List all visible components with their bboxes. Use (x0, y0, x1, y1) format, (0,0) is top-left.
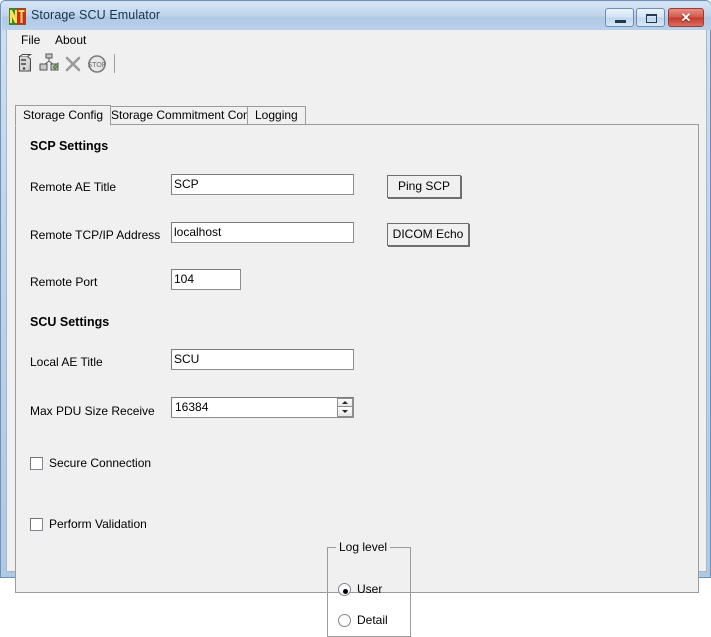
max-pdu-size-receive-label: Max PDU Size Receive (30, 404, 155, 418)
svg-text:STOP: STOP (88, 62, 107, 69)
log-level-detail-label: Detail (357, 613, 388, 628)
radio-circle (338, 583, 351, 596)
toolbar-separator (114, 54, 115, 73)
remote-port-input[interactable]: 104 (171, 269, 241, 290)
remote-tcpip-address-label: Remote TCP/IP Address (30, 228, 160, 242)
checkbox-box (30, 457, 43, 470)
scu-settings-heading: SCU Settings (30, 315, 109, 329)
application-window: Storage SCU Emulator ✕ File About (0, 0, 711, 578)
client-area: File About (6, 30, 707, 572)
app-icon (9, 8, 26, 25)
checkbox-box (30, 518, 43, 531)
radio-circle (338, 614, 351, 627)
max-pdu-size-receive-value: 16384 (175, 398, 208, 417)
log-level-user-label: User (357, 582, 382, 597)
window-title: Storage SCU Emulator (31, 8, 160, 22)
local-ae-title-label: Local AE Title (30, 355, 103, 369)
minimize-icon (615, 20, 626, 23)
remote-port-label: Remote Port (30, 275, 97, 289)
cancel-x-icon[interactable] (61, 52, 85, 76)
minimize-button[interactable] (605, 8, 634, 27)
chevron-down-icon (342, 410, 348, 413)
stop-sign-icon[interactable]: STOP (85, 52, 109, 76)
toolbar: STOP (7, 50, 706, 78)
log-level-legend: Log level (336, 540, 390, 554)
title-bar[interactable]: Storage SCU Emulator ✕ (2, 2, 711, 30)
menu-bar: File About (7, 30, 706, 50)
chevron-up-icon (342, 401, 348, 404)
perform-validation-label: Perform Validation (49, 517, 147, 532)
menu-item-file[interactable]: File (16, 33, 45, 48)
tab-storage-commitment-config[interactable]: Storage Commitment Config (103, 106, 270, 125)
secure-connection-label: Secure Connection (49, 456, 151, 471)
remote-ae-title-label: Remote AE Title (30, 180, 116, 194)
menu-item-about[interactable]: About (50, 33, 91, 48)
scp-settings-heading: SCP Settings (30, 139, 108, 153)
server-connect-icon[interactable] (13, 52, 37, 76)
radio-selected-dot (343, 589, 348, 594)
local-ae-title-input[interactable]: SCU (171, 349, 354, 370)
tab-logging[interactable]: Logging (247, 106, 306, 125)
log-level-groupbox: Log level User Detail (327, 547, 411, 637)
maximize-button[interactable] (636, 8, 665, 27)
remote-tcpip-address-input[interactable]: localhost (171, 222, 354, 243)
max-pdu-size-receive-stepper[interactable]: 16384 (171, 397, 354, 418)
pdu-spinner-up-button[interactable] (337, 398, 353, 407)
network-send-icon[interactable] (37, 52, 61, 76)
close-button[interactable]: ✕ (668, 8, 704, 27)
pdu-spinner-down-button[interactable] (337, 407, 353, 417)
maximize-icon (646, 14, 657, 23)
close-icon: ✕ (669, 9, 703, 26)
remote-ae-title-input[interactable]: SCP (171, 174, 354, 195)
ping-scp-button[interactable]: Ping SCP (387, 175, 461, 198)
tab-page-storage-config: SCP Settings Remote AE Title SCP Ping SC… (15, 124, 699, 593)
tab-storage-config[interactable]: Storage Config (15, 105, 111, 126)
dicom-echo-button[interactable]: DICOM Echo (387, 223, 469, 246)
